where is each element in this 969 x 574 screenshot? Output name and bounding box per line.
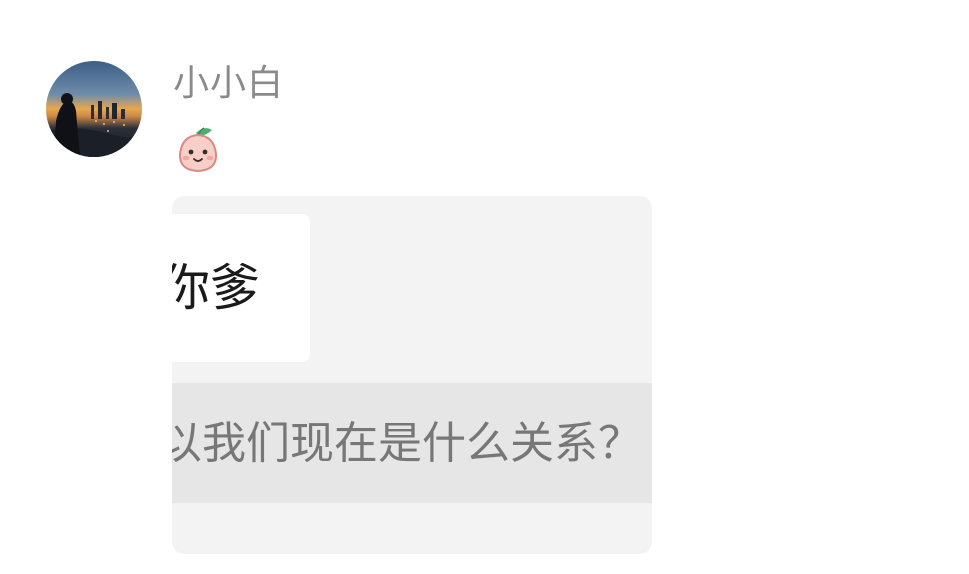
sender-name: 小小白 <box>173 63 285 104</box>
avatar[interactable] <box>46 61 142 157</box>
peach-emoji-icon <box>174 124 222 174</box>
avatar-photo-icon <box>46 61 142 157</box>
chat-message: 小小白 你爹 以我们现在是什么关系？ <box>0 0 969 574</box>
quoted-reply-bar: 以我们现在是什么关系？ <box>172 383 652 503</box>
quoted-chat-bubble: 你爹 <box>172 214 310 362</box>
quoted-message-card[interactable]: 你爹 以我们现在是什么关系？ <box>172 196 652 554</box>
quoted-bubble-text: 你爹 <box>172 259 260 317</box>
quoted-reply-text: 以我们现在是什么关系？ <box>172 418 642 469</box>
